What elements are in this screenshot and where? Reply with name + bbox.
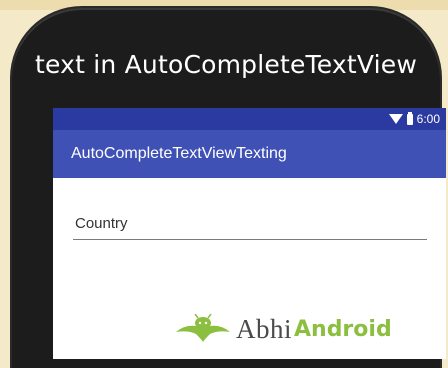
android-logo-icon [176, 314, 230, 342]
country-input-wrapper [73, 208, 427, 242]
status-time: 6:00 [416, 112, 440, 126]
wifi-icon [388, 114, 403, 124]
status-bar: 6:00 [53, 108, 446, 130]
country-autocomplete-input[interactable] [73, 208, 427, 240]
app-title: AutoCompleteTextViewTexting [71, 145, 287, 162]
watermark-text-abhi: Abhi [236, 313, 292, 344]
watermark-text-android: Android [294, 316, 392, 342]
app-bar: AutoCompleteTextViewTexting [53, 130, 446, 178]
status-icons: 6:00 [388, 111, 440, 127]
watermark: Abhi Android [174, 311, 392, 347]
battery-icon [406, 111, 413, 125]
page-title: text in AutoCompleteTextView [34, 50, 418, 79]
